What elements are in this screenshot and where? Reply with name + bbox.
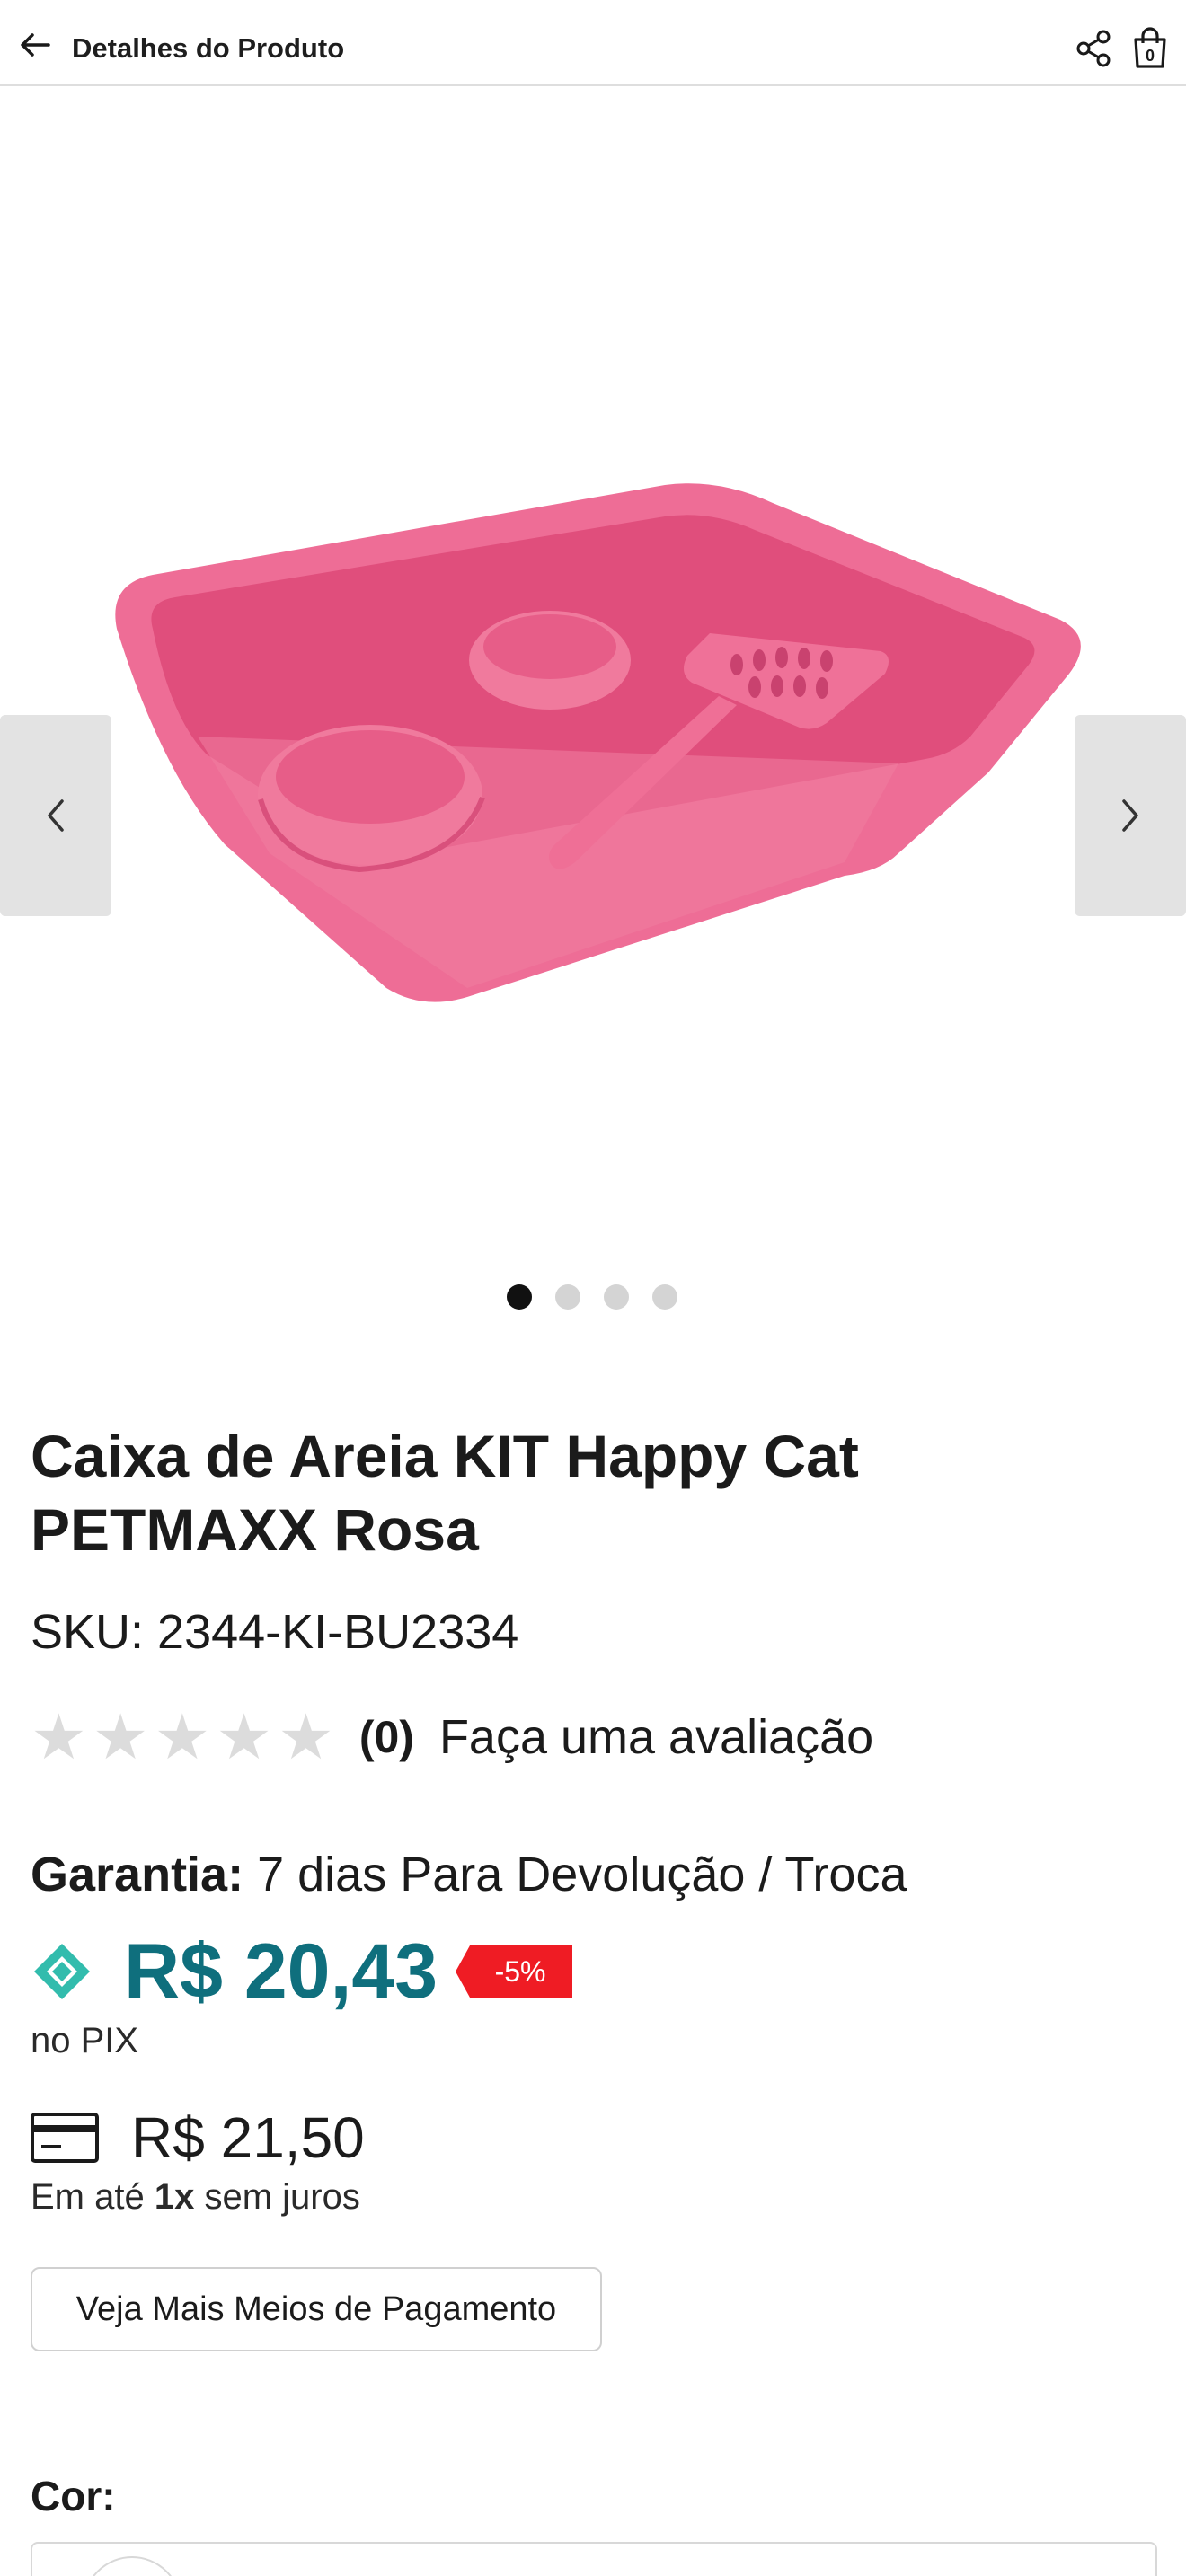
gallery-dot[interactable] [507, 1284, 532, 1310]
gallery-pagination [0, 1284, 1186, 1311]
pix-note: no PIX [31, 2021, 139, 2060]
share-icon [1076, 30, 1111, 67]
star-icon: ★ [154, 1700, 211, 1774]
page-title: Detalhes do Produto [72, 32, 345, 64]
warranty-value: 7 dias Para Devolução / Troca [257, 1848, 907, 1901]
pix-icon [34, 1944, 90, 1999]
more-payment-methods-button[interactable]: Veja Mais Meios de Pagamento [31, 2267, 602, 2351]
pix-price: R$ 20,43 [124, 1928, 438, 2015]
warranty-info: Garantia: 7 dias Para Devolução / Troca [31, 1847, 907, 1902]
star-icon: ★ [216, 1700, 273, 1774]
star-icon: ★ [31, 1700, 87, 1774]
star-icon: ★ [92, 1700, 149, 1774]
color-selector[interactable] [31, 2542, 1157, 2576]
credit-card-icon [31, 2113, 99, 2163]
card-price: R$ 21,50 [131, 2105, 365, 2170]
gallery-dot[interactable] [555, 1284, 580, 1310]
product-sku: SKU: 2344-KI-BU2334 [31, 1605, 519, 1659]
gallery-dot[interactable] [652, 1284, 677, 1310]
discount-value: -5% [494, 1955, 546, 1988]
chevron-left-icon [48, 799, 64, 832]
discount-badge: -5% [456, 1945, 573, 1998]
arrow-left-icon [21, 33, 50, 57]
rating-row: ★ ★ ★ ★ ★ (0) Faça uma avaliação [31, 1701, 873, 1773]
share-button[interactable] [1075, 29, 1114, 68]
installments-suffix: sem juros [204, 2177, 360, 2217]
card-price-row: R$ 21,50 [31, 2102, 365, 2174]
back-button[interactable] [18, 27, 54, 63]
color-label: Cor: [31, 2473, 116, 2519]
color-swatch[interactable] [83, 2556, 181, 2576]
pix-price-row: R$ 20,43 -5% [31, 1922, 573, 2021]
cart-count: 0 [1146, 47, 1155, 65]
installments-prefix: Em até [31, 2177, 145, 2217]
gallery-next-button[interactable] [1075, 715, 1186, 916]
top-app-bar: Detalhes do Produto 0 [0, 0, 1186, 86]
cart-button[interactable]: 0 [1130, 27, 1170, 70]
installments-info: Em até 1x sem juros [31, 2177, 360, 2218]
shopping-bag-icon: 0 [1134, 27, 1166, 68]
warranty-label: Garantia: [31, 1848, 244, 1901]
chevron-right-icon [1122, 799, 1138, 832]
gallery-prev-button[interactable] [0, 715, 111, 916]
product-title: Caixa de Areia KIT Happy Cat PETMAXX Ros… [31, 1423, 859, 1563]
star-icon: ★ [278, 1700, 334, 1774]
installments-count: 1x [154, 2177, 195, 2217]
rating-stars[interactable]: ★ ★ ★ ★ ★ [31, 1706, 334, 1769]
write-review-link[interactable]: Faça uma avaliação [439, 1709, 873, 1765]
product-image [115, 483, 1081, 1002]
gallery-dot[interactable] [604, 1284, 629, 1310]
rating-count: (0) [358, 1712, 414, 1762]
